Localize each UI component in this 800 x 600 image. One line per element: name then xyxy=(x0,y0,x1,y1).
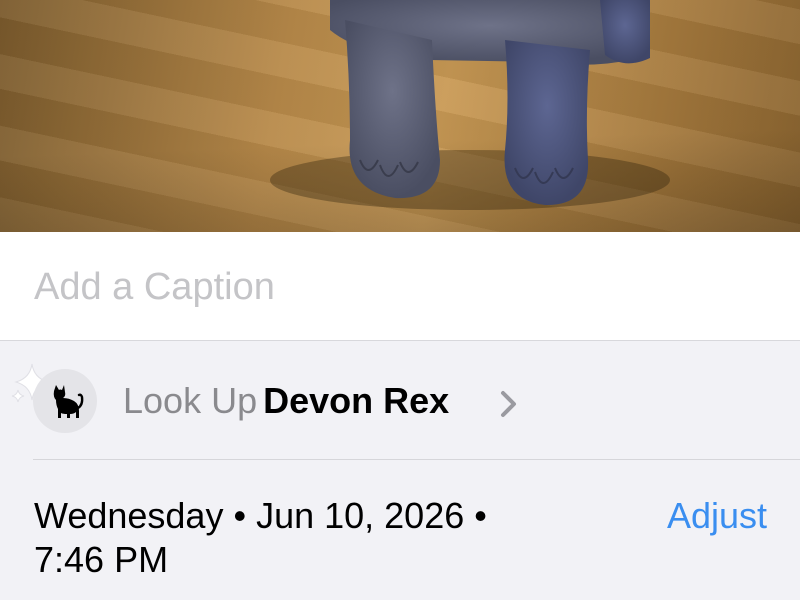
caption-input[interactable] xyxy=(34,262,734,312)
lookup-subject: Devon Rex xyxy=(263,380,450,421)
adjust-button[interactable]: Adjust xyxy=(667,494,767,538)
cat-photo-image xyxy=(270,0,670,210)
cat-icon xyxy=(53,385,84,418)
datetime-line-1: Wednesday • Jun 10, 2026 • xyxy=(34,495,487,536)
photo-datetime: Wednesday • Jun 10, 2026 • 7:46 PM xyxy=(34,494,594,582)
datetime-line-2: 7:46 PM xyxy=(34,539,169,580)
lookup-icon-circle xyxy=(33,369,97,433)
chevron-right-icon xyxy=(501,391,516,417)
divider xyxy=(33,459,800,460)
lookup-prefix: Look Up xyxy=(123,380,258,421)
lookup-label: Look Up Devon Rex xyxy=(123,381,449,421)
look-up-row[interactable]: Look Up Devon Rex xyxy=(0,345,800,457)
photo-preview[interactable] xyxy=(0,0,800,232)
caption-section xyxy=(0,232,800,341)
